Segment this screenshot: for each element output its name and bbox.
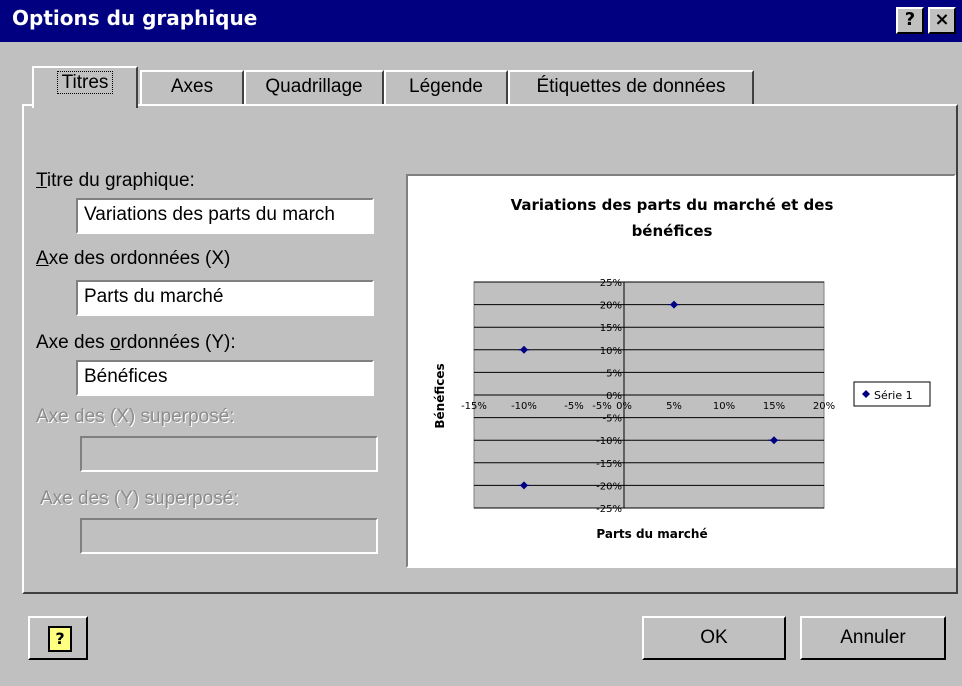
x-axis-input[interactable]: Parts du marché (76, 280, 374, 316)
x-secondary-label: Axe des (X) superposé: (36, 406, 235, 427)
y-tick-label: -15% (596, 459, 622, 470)
y-tick-label: -25% (596, 504, 622, 515)
legend-label: Série 1 (874, 389, 913, 402)
help-context-button[interactable]: ? (28, 616, 88, 660)
chart-title-label-text: itre du graphique: (46, 170, 195, 191)
tab-etiquettes[interactable]: Étiquettes de données (508, 70, 754, 104)
ok-button[interactable]: OK (642, 616, 786, 660)
y-axis-input[interactable]: Bénéfices (76, 360, 374, 396)
x-tick-label: -15% (461, 401, 487, 412)
scatter-chart: Variations des parts du marché et des bé… (433, 196, 931, 541)
y-secondary-label: Axe des (Y) superposé: (40, 488, 239, 509)
x-secondary-input[interactable] (80, 436, 378, 472)
chart-title-label: Titre du graphique: (36, 170, 195, 192)
tab-legende-label: Légende (409, 76, 483, 97)
y-axis-label-text: rdonnées (Y): (120, 332, 236, 353)
y-secondary-input[interactable] (80, 518, 378, 554)
y-axis-label: Axe des ordonnées (Y): (36, 332, 236, 354)
x-axis-label-text: xe des ordonnées (X) (48, 248, 231, 269)
tab-titres-label: Titres (56, 71, 114, 94)
help-button[interactable]: ? (896, 7, 924, 34)
y-tick-label: -10% (596, 436, 622, 447)
tab-axes[interactable]: Axes (140, 70, 244, 104)
y-tick-label: -20% (596, 481, 622, 492)
x-axis-accel: A (36, 248, 49, 269)
y-tick-label: 20% (600, 301, 622, 312)
close-button[interactable]: × (928, 7, 956, 34)
y-tick-label: 5% (606, 368, 622, 379)
tab-quadrillage-label: Quadrillage (265, 76, 363, 97)
x-axis-label: Axe des ordonnées (X) (36, 248, 230, 270)
y-axis-label-pre: Axe des (36, 332, 110, 353)
dialog-title: Options du graphique (12, 6, 258, 30)
x-tick-label: -5% (592, 401, 611, 412)
tab-titres[interactable]: Titres (32, 66, 138, 108)
y-axis-accel: o (109, 332, 121, 353)
chart-title-line-2: bénéfices (632, 222, 713, 240)
y-tick-label: 10% (600, 346, 622, 357)
x-axis-title: Parts du marché (596, 527, 707, 541)
y-tick-label: 15% (600, 323, 622, 334)
tab-quadrillage[interactable]: Quadrillage (244, 70, 384, 104)
x-tick-label: 20% (813, 401, 835, 412)
x-tick-label: -10% (511, 401, 537, 412)
x-tick-label: 15% (763, 401, 785, 412)
y-axis-title: Bénéfices (433, 363, 447, 428)
dialog-titlebar: Options du graphique ? × (0, 0, 962, 42)
chart-title: Variations des parts du marché et des (511, 196, 834, 214)
x-tick-label: -5% (564, 401, 583, 412)
x-tick-label: 0% (616, 401, 632, 412)
chart-title-accel: T (36, 170, 47, 191)
x-tick-label: 10% (713, 401, 735, 412)
y-tick-label: -5% (603, 414, 622, 425)
chart-preview: Variations des parts du marché et des bé… (406, 174, 956, 568)
tab-legende[interactable]: Légende (384, 70, 508, 104)
tab-etiquettes-label: Étiquettes de données (536, 76, 726, 97)
cancel-button[interactable]: Annuler (800, 616, 946, 660)
chart-title-input[interactable]: Variations des parts du march (76, 198, 374, 234)
tab-axes-label: Axes (170, 76, 214, 97)
question-icon: ? (48, 626, 72, 652)
x-tick-label: 5% (666, 401, 682, 412)
y-tick-label: 25% (600, 278, 622, 289)
